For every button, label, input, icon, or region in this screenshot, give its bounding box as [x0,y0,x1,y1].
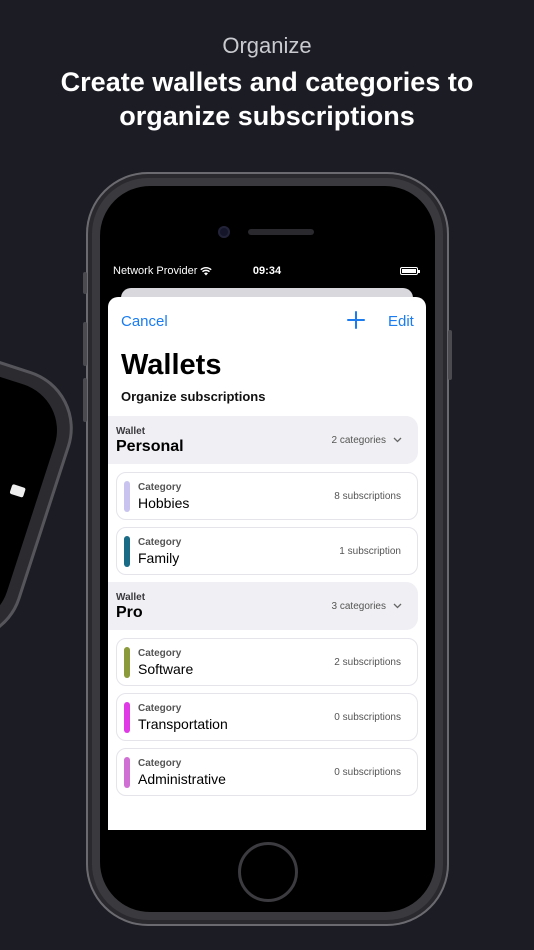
volume-up-button [83,322,87,366]
device-screen: Network Provider 09:34 Cancel Edit Walle… [108,262,426,830]
battery-icon [400,267,420,275]
category-subscription-count: 0 subscriptions [334,712,401,723]
side-button [83,272,87,294]
category-subscription-count: 8 subscriptions [334,491,401,502]
category-subscription-count: 0 subscriptions [334,767,401,778]
wallet-category-count: 3 categories [331,601,386,612]
category-administrative[interactable]: Category Administrative 0 subscriptions [116,748,418,796]
category-name: Software [138,661,194,677]
category-software[interactable]: Category Software 2 subscriptions [116,638,418,686]
page-title: Wallets [121,349,222,381]
promo-kicker: Organize [222,33,312,58]
wallet-personal[interactable]: Wallet Personal 2 categories [108,416,418,464]
wallet-pro[interactable]: Wallet Pro 3 categories [108,582,418,630]
chevron-down-icon [393,603,402,609]
category-name: Administrative [138,771,226,787]
wallet-label: Wallet [116,426,146,437]
cancel-button[interactable]: Cancel [121,313,168,330]
page-subtitle: Organize subscriptions [121,389,266,404]
category-label: Category [138,537,182,548]
category-family[interactable]: Category Family 1 subscription [116,527,418,575]
wallet-label: Wallet [116,592,146,603]
promo-headline: Create wallets and categories to organiz… [60,67,474,131]
category-label: Category [138,648,182,659]
category-color-swatch [124,647,130,678]
category-label: Category [138,758,182,769]
nav-bar: Cancel Edit [108,297,426,347]
side-device [0,327,89,657]
category-name: Hobbies [138,495,190,511]
wallet-name: Personal [116,438,184,455]
status-bar: Network Provider 09:34 [108,262,426,282]
category-color-swatch [124,702,130,733]
volume-down-button [83,378,87,422]
power-button [448,330,452,380]
category-label: Category [138,703,182,714]
category-label: Category [138,482,182,493]
status-time: 09:34 [252,265,282,277]
wallet-category-count: 2 categories [331,435,386,446]
category-subscription-count: 2 subscriptions [334,657,401,668]
category-name: Transportation [138,716,228,732]
wallet-name: Pro [116,604,143,621]
chevron-down-icon [393,437,402,443]
plus-icon[interactable] [346,310,366,330]
category-color-swatch [124,536,130,567]
edit-button[interactable]: Edit [388,313,414,330]
camera-icon [218,226,230,238]
category-transportation[interactable]: Category Transportation 0 subscriptions [116,693,418,741]
category-color-swatch [124,757,130,788]
speaker-grille [248,229,314,235]
wallets-sheet: Cancel Edit Wallets Organize subscriptio… [108,297,426,830]
category-subscription-count: 1 subscription [339,546,401,557]
category-hobbies[interactable]: Category Hobbies 8 subscriptions [116,472,418,520]
home-button[interactable] [238,842,298,902]
category-name: Family [138,550,180,566]
category-color-swatch [124,481,130,512]
